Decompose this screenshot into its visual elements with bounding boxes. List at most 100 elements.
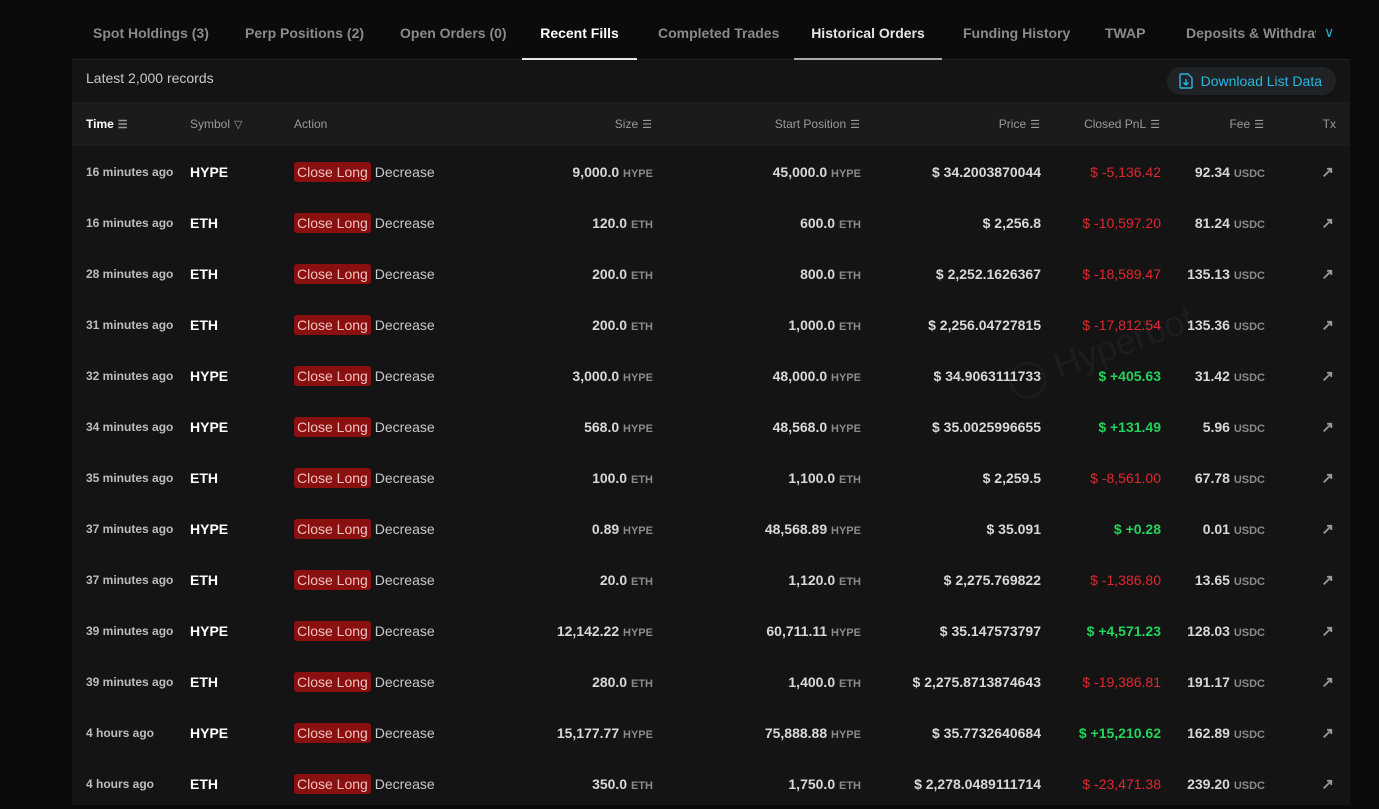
external-link-icon[interactable]: ↗	[1321, 316, 1334, 334]
fill-symbol[interactable]: ETH	[190, 317, 218, 333]
fills-panel: Latest 2,000 records Download List Data …	[72, 60, 1350, 805]
tab-recent-fills[interactable]: Recent Fills	[522, 0, 637, 60]
download-label: Download List Data	[1200, 73, 1322, 89]
fill-closed-pnl: $ -19,386.81	[1082, 673, 1161, 690]
direction: Decrease	[374, 622, 435, 639]
fill-symbol[interactable]: ETH	[190, 215, 218, 231]
fill-time: 39 minutes ago	[86, 674, 174, 689]
fill-closed-pnl: $ +15,210.62	[1078, 724, 1161, 741]
fill-size: 9,000.0 HYPE	[572, 163, 653, 180]
external-link-icon[interactable]: ↗	[1321, 469, 1334, 487]
tab-open-orders[interactable]: Open Orders (0)	[400, 0, 507, 60]
fill-fee: 128.03 USDC	[1187, 622, 1265, 639]
col-price[interactable]: Price ☰	[999, 117, 1040, 131]
records-count: Latest 2,000 records	[86, 70, 214, 86]
table-row: 31 minutes ago ETH Close Long Decrease 2…	[72, 299, 1350, 350]
tab-completed-trades[interactable]: Completed Trades	[658, 0, 779, 60]
fill-time: 39 minutes ago	[86, 623, 174, 638]
fill-symbol[interactable]: HYPE	[190, 725, 228, 741]
fill-fee: 135.36 USDC	[1187, 316, 1265, 333]
sort-icon: ☰	[642, 119, 652, 131]
tab-funding-history[interactable]: Funding History	[963, 0, 1070, 60]
fill-fee: 13.65 USDC	[1194, 571, 1265, 588]
external-link-icon[interactable]: ↗	[1321, 520, 1334, 538]
fill-size: 120.0 ETH	[592, 214, 653, 231]
external-link-icon[interactable]: ↗	[1321, 163, 1334, 181]
col-time[interactable]: Time ☰	[86, 117, 128, 131]
fill-symbol[interactable]: ETH	[190, 266, 218, 282]
fill-size: 12,142.22 HYPE	[556, 622, 653, 639]
table-row: 28 minutes ago ETH Close Long Decrease 2…	[72, 248, 1350, 299]
external-link-icon[interactable]: ↗	[1321, 265, 1334, 283]
fill-action: Close Long Decrease	[294, 314, 435, 335]
fill-start-position: 1,750.0 ETH	[788, 775, 861, 792]
download-list-button[interactable]: Download List Data	[1166, 67, 1336, 95]
table-row: 4 hours ago HYPE Close Long Decrease 15,…	[72, 707, 1350, 758]
fill-start-position: 75,888.88 HYPE	[764, 724, 861, 741]
table-row: 34 minutes ago HYPE Close Long Decrease …	[72, 401, 1350, 452]
col-symbol[interactable]: Symbol ▽	[190, 117, 242, 131]
fill-size: 350.0 ETH	[592, 775, 653, 792]
fill-fee: 162.89 USDC	[1187, 724, 1265, 741]
table-row: 37 minutes ago ETH Close Long Decrease 2…	[72, 554, 1350, 605]
fill-symbol[interactable]: HYPE	[190, 368, 228, 384]
chevron-down-icon[interactable]: ∨	[1324, 24, 1334, 41]
table-row: 35 minutes ago ETH Close Long Decrease 1…	[72, 452, 1350, 503]
side-badge: Close Long	[294, 263, 371, 284]
tab-twap[interactable]: TWAP	[1105, 0, 1145, 60]
table-row: 4 hours ago ETH Close Long Decrease 350.…	[72, 758, 1350, 809]
tab-perp-positions[interactable]: Perp Positions (2)	[245, 0, 364, 60]
direction: Decrease	[374, 316, 435, 333]
tab-deposits-withdrawals[interactable]: Deposits & Withdraw	[1186, 0, 1316, 60]
side-badge: Close Long	[294, 773, 371, 794]
fill-closed-pnl: $ -10,597.20	[1082, 214, 1161, 231]
fill-price: $ 2,256.8	[982, 214, 1041, 231]
external-link-icon[interactable]: ↗	[1321, 214, 1334, 232]
external-link-icon[interactable]: ↗	[1321, 775, 1334, 793]
fill-price: $ 2,275.769822	[943, 571, 1041, 588]
fill-time: 32 minutes ago	[86, 368, 174, 383]
external-link-icon[interactable]: ↗	[1321, 673, 1334, 691]
table-row: 39 minutes ago HYPE Close Long Decrease …	[72, 605, 1350, 656]
col-fee[interactable]: Fee ☰	[1229, 117, 1264, 131]
external-link-icon[interactable]: ↗	[1321, 418, 1334, 436]
fill-price: $ 35.0025996655	[932, 418, 1041, 435]
col-start-position[interactable]: Start Position ☰	[775, 117, 860, 131]
fill-fee: 67.78 USDC	[1194, 469, 1265, 486]
fill-fee: 191.17 USDC	[1187, 673, 1265, 690]
fill-symbol[interactable]: ETH	[190, 470, 218, 486]
tab-spot-holdings[interactable]: Spot Holdings (3)	[93, 0, 209, 60]
fill-start-position: 60,711.11 HYPE	[766, 622, 861, 639]
external-link-icon[interactable]: ↗	[1321, 622, 1334, 640]
fill-symbol[interactable]: ETH	[190, 776, 218, 792]
tab-historical-orders[interactable]: Historical Orders	[794, 0, 942, 60]
fill-price: $ 35.147573797	[939, 622, 1041, 639]
fill-symbol[interactable]: ETH	[190, 572, 218, 588]
fill-time: 16 minutes ago	[86, 164, 174, 179]
sort-icon: ☰	[117, 119, 128, 131]
col-size[interactable]: Size ☰	[615, 117, 652, 131]
fill-symbol[interactable]: HYPE	[190, 623, 228, 639]
direction: Decrease	[374, 265, 435, 282]
table-row: 16 minutes ago ETH Close Long Decrease 1…	[72, 197, 1350, 248]
fill-symbol[interactable]: HYPE	[190, 419, 228, 435]
external-link-icon[interactable]: ↗	[1321, 724, 1334, 742]
fill-time: 28 minutes ago	[86, 266, 174, 281]
toolbar: Latest 2,000 records Download List Data	[72, 60, 1350, 102]
fill-size: 20.0 ETH	[599, 571, 653, 588]
fill-size: 200.0 ETH	[592, 316, 653, 333]
fill-symbol[interactable]: ETH	[190, 674, 218, 690]
fill-fee: 81.24 USDC	[1194, 214, 1265, 231]
fill-symbol[interactable]: HYPE	[190, 521, 228, 537]
table-row: 16 minutes ago HYPE Close Long Decrease …	[72, 146, 1350, 197]
download-file-icon	[1178, 73, 1193, 89]
side-badge: Close Long	[294, 671, 371, 692]
col-closed-pnl[interactable]: Closed PnL ☰	[1084, 117, 1160, 131]
fill-symbol[interactable]: HYPE	[190, 164, 228, 180]
external-link-icon[interactable]: ↗	[1321, 367, 1334, 385]
col-tx: Tx	[1322, 117, 1336, 131]
fill-size: 3,000.0 HYPE	[572, 367, 653, 384]
side-badge: Close Long	[294, 518, 371, 539]
external-link-icon[interactable]: ↗	[1321, 571, 1334, 589]
direction: Decrease	[374, 724, 435, 741]
